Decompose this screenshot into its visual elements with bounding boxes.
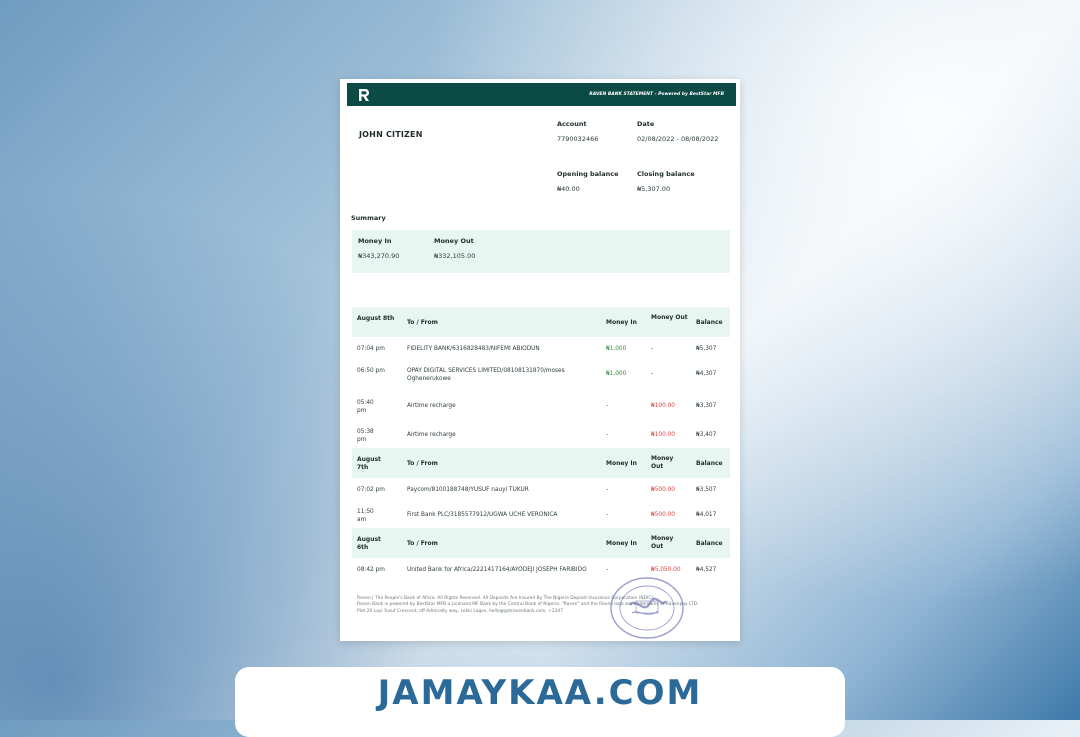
row-time: 05:38 pm (357, 429, 374, 444)
col-to-from: To / From (407, 319, 438, 326)
col-balance: Balance (696, 540, 723, 547)
col-money-in: Money In (606, 319, 637, 326)
table-row: 07:04 pm FIDELITY BANK/6316828483/NIFEMI… (352, 337, 730, 361)
money-out-label: Money Out (434, 237, 474, 245)
col-money-out: Money Out (651, 455, 674, 471)
row-balance: ₦5,307 (696, 346, 717, 352)
site-banner-text: JAMAYKAA.COM (377, 673, 703, 713)
col-money-in: Money In (606, 460, 637, 467)
statement-brand-text: RAVEN BANK STATEMENT - Powered by BestSt… (589, 92, 724, 97)
row-money-in: - (606, 487, 609, 493)
money-out-value: ₦332,105.00 (434, 252, 476, 260)
col-to-from: To / From (407, 540, 438, 547)
summary-box: Money In ₦343,270.90 Money Out ₦332,105.… (352, 230, 730, 273)
table-row: 06:50 pm OPAY DIGITAL SERVICES LIMITED/0… (352, 361, 730, 390)
summary-title: Summary (351, 214, 386, 222)
row-money-out: ₦100.00 (651, 403, 675, 409)
money-in-value: ₦343,270.90 (358, 252, 400, 260)
row-money-in: ₦1,000 (606, 371, 627, 377)
row-balance: ₦3,507 (696, 487, 717, 493)
table-header-row: August 7th To / From Money In Money Out … (352, 448, 730, 478)
account-number: 7790032466 (557, 135, 599, 143)
row-time: 05:40 pm (357, 400, 374, 415)
row-money-out: ₦5,050.00 (651, 567, 681, 573)
date-range: 02/08/2022 - 08/08/2022 (637, 135, 719, 143)
account-holder-name: JOHN CITIZEN (359, 130, 423, 139)
row-time: 07:02 pm (357, 487, 385, 493)
account-label: Account (557, 120, 587, 128)
table-row: 05:40 pm Airtime recharge - ₦100.00 ₦3,3… (352, 390, 730, 419)
row-to-from: Airtime recharge (407, 403, 456, 409)
row-to-from: First Bank PLC/3185577912/UGWA UCHE VERO… (407, 512, 558, 518)
row-money-out: - (651, 371, 654, 377)
transactions-table: August 8th To / From Money In Money Out … (352, 307, 730, 582)
row-money-in: - (606, 403, 609, 409)
row-money-out: ₦500.00 (651, 512, 675, 518)
opening-balance-label: Opening balance (557, 170, 619, 178)
col-balance: Balance (696, 319, 723, 326)
group-date: August 8th (357, 315, 395, 322)
row-money-in: ₦1,000 (606, 346, 627, 352)
row-money-out: ₦100.00 (651, 432, 675, 438)
statement-header-bar: RAVEN BANK STATEMENT - Powered by BestSt… (347, 83, 736, 106)
row-to-from: OPAY DIGITAL SERVICES LIMITED/0810813187… (407, 368, 565, 383)
money-in-label: Money In (358, 237, 392, 245)
row-to-from: United Bank for Africa/2221417164/AYODEJ… (407, 567, 587, 573)
table-row: 07:02 pm Paycom/8100188748/YUSUF nauyi T… (352, 478, 730, 502)
row-balance: ₦3,407 (696, 432, 717, 438)
closing-balance-value: ₦5,307.00 (637, 185, 671, 193)
table-header-row: August 8th To / From Money In Money Out … (352, 307, 730, 337)
col-money-out: Money Out (651, 314, 688, 321)
row-balance: ₦3,307 (696, 403, 717, 409)
site-banner: JAMAYKAA.COM (235, 667, 845, 737)
row-to-from: FIDELITY BANK/6316828483/NIFEMI ABIODUN (407, 346, 540, 352)
bank-statement: RAVEN BANK STATEMENT - Powered by BestSt… (340, 79, 740, 641)
row-time: 07:04 pm (357, 346, 385, 352)
row-balance: ₦4,307 (696, 371, 717, 377)
row-money-out: ₦500.00 (651, 487, 675, 493)
table-row: 11:50 am First Bank PLC/3185577912/UGWA … (352, 502, 730, 528)
table-header-row: August 6th To / From Money In Money Out … (352, 528, 730, 558)
date-label: Date (637, 120, 655, 128)
row-balance: ₦4,527 (696, 567, 717, 573)
col-money-out: Money Out (651, 535, 674, 551)
col-to-from: To / From (407, 460, 438, 467)
opening-balance-value: ₦40.00 (557, 185, 580, 193)
row-money-in: - (606, 567, 609, 573)
row-money-in: - (606, 512, 609, 518)
row-balance: ₦4,017 (696, 512, 717, 518)
row-money-out: - (651, 346, 654, 352)
col-money-in: Money In (606, 540, 637, 547)
row-time: 11:50 am (357, 509, 374, 524)
row-to-from: Paycom/8100188748/YUSUF nauyi TUKUR (407, 487, 529, 493)
table-row: 05:38 pm Airtime recharge - ₦100.00 ₦3,4… (352, 419, 730, 448)
closing-balance-label: Closing balance (637, 170, 695, 178)
row-to-from: Airtime recharge (407, 432, 456, 438)
row-time: 08:42 pm (357, 567, 385, 573)
row-money-in: - (606, 432, 609, 438)
col-balance: Balance (696, 460, 723, 467)
group-date: August 6th (357, 536, 381, 552)
bank-stamp-icon (610, 577, 684, 639)
row-time: 06:50 pm (357, 368, 385, 374)
raven-logo-icon (359, 88, 369, 101)
group-date: August 7th (357, 456, 381, 472)
